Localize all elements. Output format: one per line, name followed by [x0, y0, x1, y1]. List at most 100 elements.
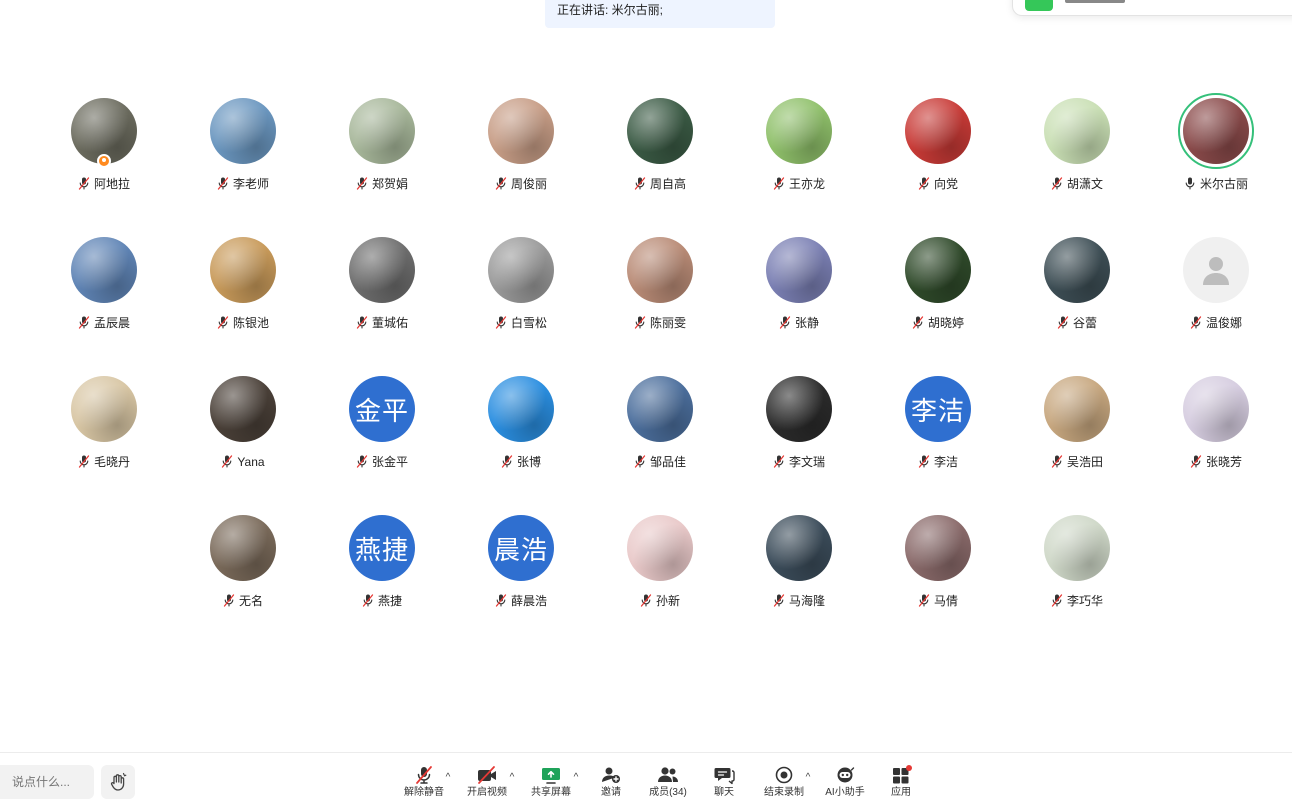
participant-tile[interactable]: 王亦龙 — [734, 98, 864, 208]
participant-tile[interactable]: 向党 — [873, 98, 1003, 208]
share-options-caret[interactable]: ^ — [571, 773, 581, 783]
participant-name-row: 陈丽雯 — [595, 315, 725, 331]
mic-muted-icon — [495, 177, 507, 190]
avatar-initials: 李洁 — [910, 395, 965, 426]
stop-recording-button[interactable]: 结束录制 — [764, 765, 804, 800]
apps-label: 应用 — [891, 787, 911, 798]
participant-tile[interactable]: 晨浩薛晨浩 — [456, 515, 586, 625]
participant-tile[interactable]: 周自高 — [595, 98, 725, 208]
avatar-photo — [210, 98, 276, 164]
participant-tile[interactable]: 董城佑 — [317, 237, 447, 347]
participant-name: 薛晨浩 — [510, 594, 547, 608]
participant-tile[interactable]: 毛晓丹 — [39, 376, 169, 486]
chat-input[interactable] — [0, 765, 94, 799]
mic-muted-icon — [501, 455, 513, 468]
raise-hand-button[interactable] — [101, 765, 135, 799]
mic-muted-icon — [1051, 177, 1063, 190]
participant-name-row: Yana — [178, 454, 308, 470]
avatar-photo — [766, 98, 832, 164]
participant-name-row: 吴浩田 — [1012, 454, 1142, 470]
avatar: 金平 — [349, 376, 415, 442]
participant-tile[interactable]: 米尔古丽 — [1151, 93, 1281, 208]
participant-tile[interactable]: 张静 — [734, 237, 864, 347]
chat-button[interactable]: 聊天 — [709, 765, 739, 800]
participant-tile[interactable]: 邹品佳 — [595, 376, 725, 486]
participant-tile[interactable]: 燕捷 燕捷 — [317, 515, 447, 625]
unmute-label: 解除静音 — [404, 787, 444, 798]
participant-tile[interactable]: 吴浩田 — [1012, 376, 1142, 486]
avatar-container: 晨浩 — [488, 515, 554, 581]
participant-tile[interactable]: 张晓芳 — [1151, 376, 1281, 486]
participant-tile[interactable]: 陈银池 — [178, 237, 308, 347]
avatar-container — [766, 376, 832, 442]
avatar-photo — [1044, 98, 1110, 164]
ai-assistant-icon — [837, 767, 855, 783]
participant-name-row: 薛晨浩 — [456, 593, 586, 609]
participant-name: 王亦龙 — [788, 177, 825, 191]
participant-tile[interactable]: 谷蕾 — [1012, 237, 1142, 347]
invite-button[interactable]: 邀请 — [596, 765, 626, 800]
notification-icon — [1025, 0, 1053, 11]
mic-muted-icon — [495, 594, 507, 607]
participant-name-row: 周自高 — [595, 176, 725, 192]
participant-tile[interactable]: 马倩 — [873, 515, 1003, 625]
participant-tile[interactable]: 孙新 — [595, 515, 725, 625]
record-options-caret[interactable]: ^ — [803, 773, 813, 783]
share-screen-button[interactable]: 共享屏幕 — [531, 765, 571, 800]
participant-tile[interactable]: 李洁 李洁 — [873, 376, 1003, 486]
participant-name: 谷蕾 — [1072, 316, 1097, 330]
participant-tile[interactable]: 周俊丽 — [456, 98, 586, 208]
participant-name-row: 米尔古丽 — [1151, 176, 1281, 192]
participant-tile[interactable]: 陈丽雯 — [595, 237, 725, 347]
ai-assistant-button[interactable]: AI小助手 — [824, 765, 866, 800]
participant-name: 张静 — [794, 316, 819, 330]
participant-tile[interactable]: 温俊娜 — [1151, 237, 1281, 347]
mic-muted-icon — [78, 177, 90, 190]
avatar-container — [1044, 515, 1110, 581]
participant-name: 毛晓丹 — [93, 455, 130, 469]
chat-icon — [714, 768, 735, 785]
start-video-button[interactable]: 开启视频 — [467, 765, 507, 800]
participant-tile[interactable]: 无名 — [178, 515, 308, 625]
participant-tile[interactable]: 胡晓婷 — [873, 237, 1003, 347]
participant-name: 李巧华 — [1066, 594, 1103, 608]
apps-button[interactable]: 应用 — [886, 765, 916, 800]
avatar-photo — [905, 98, 971, 164]
participant-tile[interactable]: 马海隆 — [734, 515, 864, 625]
members-button[interactable]: 成员(34) — [647, 765, 689, 800]
participant-name-row: 李巧华 — [1012, 593, 1142, 609]
participant-tile[interactable]: Yana — [178, 376, 308, 486]
avatar-container: 金平 — [349, 376, 415, 442]
participant-tile[interactable]: 阿地拉 — [39, 98, 169, 208]
participant-tile[interactable]: 李老师 — [178, 98, 308, 208]
mic-muted-icon — [773, 177, 785, 190]
participant-tile[interactable]: 胡潇文 — [1012, 98, 1142, 208]
avatar-container — [488, 98, 554, 164]
notification-popup[interactable] — [1012, 0, 1292, 16]
participant-name: 胡晓婷 — [927, 316, 964, 330]
participant-name-row: 李老师 — [178, 176, 308, 192]
participant-tile[interactable]: 张博 — [456, 376, 586, 486]
avatar-photo — [488, 98, 554, 164]
participant-tile[interactable]: 李巧华 — [1012, 515, 1142, 625]
avatar-container — [349, 237, 415, 303]
avatar-container — [71, 237, 137, 303]
mic-muted-icon — [356, 455, 368, 468]
mic-muted-icon — [416, 766, 432, 784]
mic-muted-icon — [495, 316, 507, 329]
unmute-button[interactable]: 解除静音 — [404, 765, 444, 800]
participant-name-row: 白雪松 — [456, 315, 586, 331]
mic-muted-icon — [222, 455, 233, 468]
participant-name-row: 孙新 — [595, 593, 725, 609]
participant-tile[interactable]: 孟辰晨 — [39, 237, 169, 347]
participant-tile[interactable]: 金平 张金平 — [317, 376, 447, 486]
audio-options-caret[interactable]: ^ — [443, 773, 453, 783]
participant-name-row: 陈银池 — [178, 315, 308, 331]
participant-name-row: 无名 — [178, 593, 308, 609]
participant-tile[interactable]: 白雪松 — [456, 237, 586, 347]
participant-name-row: 马海隆 — [734, 593, 864, 609]
participant-tile[interactable]: 李文瑞 — [734, 376, 864, 486]
participant-tile[interactable]: 郑贺娟 — [317, 98, 447, 208]
avatar-container — [488, 237, 554, 303]
video-options-caret[interactable]: ^ — [507, 773, 517, 783]
